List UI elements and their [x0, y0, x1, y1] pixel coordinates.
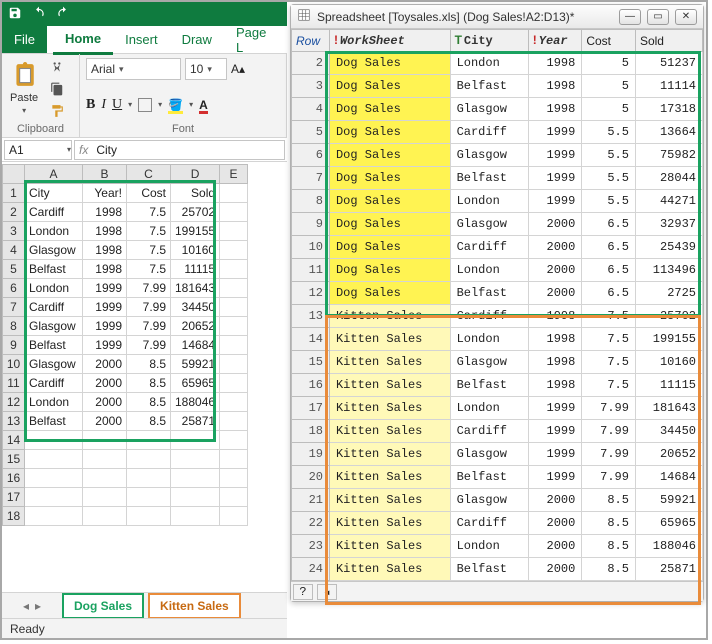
italic-button[interactable]: I [101, 97, 106, 113]
excel-app: File Home Insert Draw Page L Paste ▾ [2, 2, 287, 638]
table-row[interactable]: 5 Dog Sales Cardiff 1999 5.5 13664 [292, 121, 703, 144]
status-text: Ready [10, 622, 45, 636]
table-row[interactable]: 12 Dog Sales Belfast 2000 6.5 2725 [292, 282, 703, 305]
font-group-label: Font [86, 121, 280, 135]
table-row[interactable]: 8Glasgow19997.9920652 [3, 317, 248, 336]
table-row[interactable]: 9Belfast19997.9914684 [3, 336, 248, 355]
table-row[interactable]: 2 Dog Sales London 1998 5 51237 [292, 52, 703, 75]
table-row[interactable]: 15 Kitten Sales Glasgow 1998 7.5 10160 [292, 351, 703, 374]
table-row[interactable]: 19 Kitten Sales Glasgow 1999 7.99 20652 [292, 443, 703, 466]
table-row[interactable]: 14 Kitten Sales London 1998 7.5 199155 [292, 328, 703, 351]
cut-icon[interactable] [46, 58, 68, 76]
table-row[interactable]: 21 Kitten Sales Glasgow 2000 8.5 59921 [292, 489, 703, 512]
maximize-button[interactable]: ▭ [647, 9, 669, 25]
ribbon-group-clipboard: Paste ▾ Clipboard [2, 54, 80, 137]
name-box-value: A1 [9, 143, 24, 157]
tab-insert[interactable]: Insert [113, 26, 170, 53]
worksheet-grid[interactable]: ABCDE1CityYear!CostSold2Cardiff19987.525… [2, 164, 248, 526]
table-row[interactable]: 4 Dog Sales Glasgow 1998 5 17318 [292, 98, 703, 121]
table-row[interactable]: 17 Kitten Sales London 1999 7.99 181643 [292, 397, 703, 420]
status-bar: Ready [2, 618, 287, 638]
fx-icon: fx [79, 143, 88, 157]
paste-label: Paste [10, 92, 38, 104]
help-button[interactable]: ? [293, 584, 313, 600]
sheet-area: ABCDE1CityYear!CostSold2Cardiff19987.525… [2, 162, 287, 526]
table-row[interactable]: 4Glasgow19987.510160 [3, 241, 248, 260]
tab-draw[interactable]: Draw [170, 26, 224, 53]
table-row[interactable]: 7Cardiff19997.9934450 [3, 298, 248, 317]
copy-icon[interactable] [46, 80, 68, 98]
data-window-titlebar[interactable]: Spreadsheet [Toysales.xls] (Dog Sales!A2… [291, 5, 703, 29]
tab-file[interactable]: File [2, 26, 47, 53]
close-button[interactable]: ✕ [675, 9, 697, 25]
tab-home[interactable]: Home [53, 25, 113, 55]
prev-button[interactable]: ◂ [317, 584, 337, 600]
font-color-button[interactable]: A [199, 98, 208, 112]
table-row[interactable]: 22 Kitten Sales Cardiff 2000 8.5 65965 [292, 512, 703, 535]
increase-font-icon[interactable]: A▴ [231, 62, 245, 76]
table-row[interactable]: 13 Kitten Sales Cardiff 1998 7.5 25702 [292, 305, 703, 328]
table-row[interactable]: 3 Dog Sales Belfast 1998 5 11114 [292, 75, 703, 98]
bold-button[interactable]: B [86, 97, 95, 113]
data-window: Spreadsheet [Toysales.xls] (Dog Sales!A2… [290, 4, 704, 602]
table-row[interactable]: 10Glasgow20008.559921 [3, 355, 248, 374]
save-icon[interactable] [8, 6, 22, 23]
name-box[interactable]: A1▾ [4, 140, 72, 160]
font-name-combo[interactable]: Arial▾ [86, 58, 181, 80]
minimize-button[interactable]: — [619, 9, 641, 25]
table-row[interactable]: 6London19997.99181643 [3, 279, 248, 298]
format-painter-icon[interactable] [46, 102, 68, 120]
font-size-combo[interactable]: 10▾ [185, 58, 227, 80]
spreadsheet-icon [297, 8, 311, 25]
font-name-value: Arial [91, 62, 115, 76]
data-grid[interactable]: Row !WorkSheet TCity !Year Cost Sold 2 D… [291, 29, 703, 581]
table-row[interactable]: 24 Kitten Sales Belfast 2000 8.5 25871 [292, 558, 703, 581]
ribbon: Paste ▾ Clipboard Arial▾ [2, 54, 287, 138]
ribbon-tabs: File Home Insert Draw Page L [2, 26, 287, 54]
table-row[interactable]: 10 Dog Sales Cardiff 2000 6.5 25439 [292, 236, 703, 259]
ribbon-group-font: Arial▾ 10▾ A▴ B I U▾ ▾ 🪣▾ A Font [80, 54, 287, 137]
table-row[interactable]: 16 Kitten Sales Belfast 1998 7.5 11115 [292, 374, 703, 397]
table-row[interactable]: 20 Kitten Sales Belfast 1999 7.99 14684 [292, 466, 703, 489]
font-size-value: 10 [190, 62, 203, 76]
formula-bar[interactable]: fx City [74, 140, 285, 160]
table-row[interactable]: 7 Dog Sales Belfast 1999 5.5 28044 [292, 167, 703, 190]
nav-prev-icon[interactable]: ◂ [23, 599, 29, 613]
underline-button[interactable]: U [112, 97, 122, 113]
table-row[interactable]: 23 Kitten Sales London 2000 8.5 188046 [292, 535, 703, 558]
sheet-tab-dog[interactable]: Dog Sales [62, 593, 144, 619]
table-row[interactable]: 18 Kitten Sales Cardiff 1999 7.99 34450 [292, 420, 703, 443]
sheet-tab-kitten[interactable]: Kitten Sales [148, 593, 241, 619]
table-row[interactable]: 11 Dog Sales London 2000 6.5 113496 [292, 259, 703, 282]
clipboard-group-label: Clipboard [8, 121, 73, 135]
table-row[interactable]: 3London19987.5199155 [3, 222, 248, 241]
sheet-tabs-row: ◂ ▸ Dog Sales Kitten Sales [2, 592, 287, 618]
table-row[interactable]: 13Belfast20008.525871 [3, 412, 248, 431]
table-row[interactable]: 2Cardiff19987.525702 [3, 203, 248, 222]
table-row[interactable]: 12London20008.5188046 [3, 393, 248, 412]
table-row[interactable]: 5Belfast19987.511115 [3, 260, 248, 279]
table-row[interactable]: 6 Dog Sales Glasgow 1999 5.5 75982 [292, 144, 703, 167]
data-grid-wrap: Row !WorkSheet TCity !Year Cost Sold 2 D… [291, 29, 703, 581]
table-row[interactable]: 11Cardiff20008.565965 [3, 374, 248, 393]
undo-icon[interactable] [32, 6, 46, 23]
data-window-status: ? ◂ [291, 581, 703, 601]
table-row[interactable]: 9 Dog Sales Glasgow 2000 6.5 32937 [292, 213, 703, 236]
nav-next-icon[interactable]: ▸ [35, 599, 41, 613]
border-button[interactable] [138, 98, 152, 112]
redo-icon[interactable] [56, 6, 70, 23]
formula-value: City [96, 143, 117, 157]
table-row[interactable]: 8 Dog Sales London 1999 5.5 44271 [292, 190, 703, 213]
fill-color-button[interactable]: 🪣 [168, 98, 183, 112]
data-window-title: Spreadsheet [Toysales.xls] (Dog Sales!A2… [317, 10, 613, 24]
formula-bar-row: A1▾ fx City [2, 138, 287, 162]
sheet-nav-buttons[interactable]: ◂ ▸ [2, 599, 62, 613]
paste-button[interactable]: Paste ▾ [8, 58, 40, 117]
